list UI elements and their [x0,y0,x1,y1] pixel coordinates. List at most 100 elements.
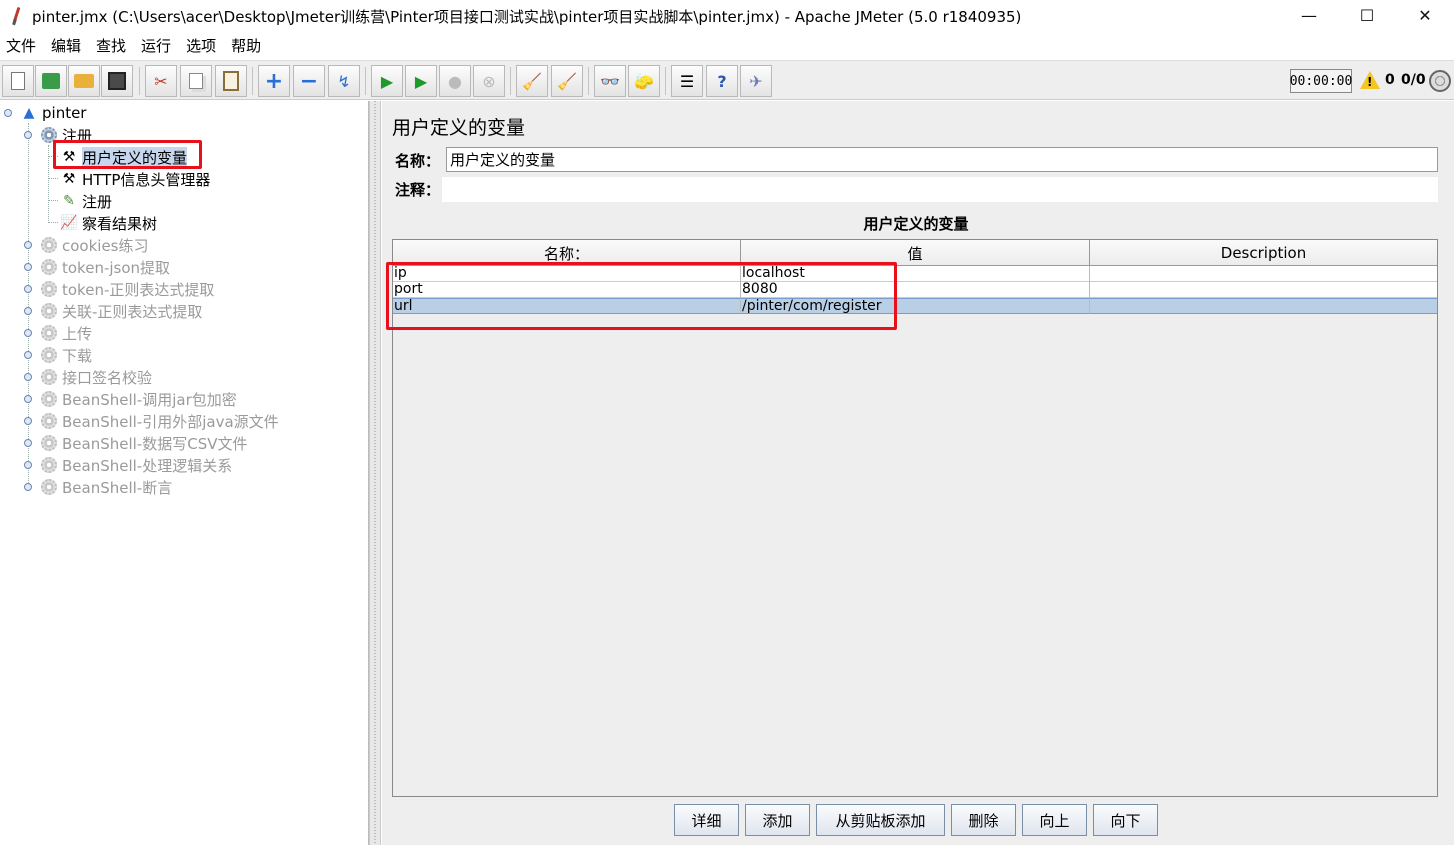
tree-toggle-disabled[interactable] [24,329,32,337]
collapse-all-icon[interactable]: − [293,65,325,97]
delete-button[interactable]: 删除 [951,804,1016,836]
menu-help[interactable]: 帮助 [225,35,267,56]
menu-options[interactable]: 选项 [180,35,222,56]
tree-toggle-disabled[interactable] [24,373,32,381]
tree-node-disabled-group[interactable]: token-正则表达式提取 [40,278,214,300]
tree-node-http-sampler[interactable]: ✎ 注册 [60,190,112,212]
maximize-button[interactable]: ☐ [1338,0,1396,30]
tree-toggle-disabled[interactable] [24,461,32,469]
tree-node-thread-group[interactable]: 注册 [40,124,92,146]
wrench-icon: ⚒ [62,171,76,187]
cell-description[interactable] [1090,298,1437,314]
name-input[interactable] [446,147,1438,172]
menu-search[interactable]: 查找 [90,35,132,56]
tree-toggle-disabled[interactable] [24,263,32,271]
tree-node-disabled-group[interactable]: cookies练习 [40,234,149,256]
clear-all-icon[interactable]: 🧹 [551,65,583,97]
cell-value[interactable]: /pinter/com/register [741,298,1090,314]
gear-icon [40,126,58,144]
cell-name[interactable]: ip [393,266,741,282]
cell-description[interactable] [1090,282,1437,298]
menu-bar: 文件 编辑 查找 运行 选项 帮助 [0,32,1454,58]
pipette-icon: ✎ [63,193,75,209]
panel-splitter[interactable] [369,101,381,845]
column-header-description[interactable]: Description [1090,240,1437,266]
tree-toggle-disabled[interactable] [24,285,32,293]
menu-file[interactable]: 文件 [0,35,42,56]
column-header-value[interactable]: 值 [741,240,1090,266]
cut-icon[interactable]: ✂ [145,65,177,97]
tree-node-disabled-group[interactable]: BeanShell-调用jar包加密 [40,388,237,410]
table-row-selected[interactable]: url /pinter/com/register [393,298,1437,314]
cell-name[interactable]: url [393,298,741,314]
gear-icon [40,258,58,276]
tree-node-disabled-group[interactable]: 关联-正则表达式提取 [40,300,202,322]
remote-icon[interactable]: ✈ [740,65,772,97]
tree-node-disabled-group[interactable]: token-json提取 [40,256,170,278]
gear-icon [40,390,58,408]
tree-node-header-manager[interactable]: ⚒ HTTP信息头管理器 [60,168,211,190]
save-icon[interactable] [101,65,133,97]
tree-node-disabled-group[interactable]: BeanShell-引用外部java源文件 [40,410,279,432]
tree-node-disabled-group[interactable]: 接口签名校验 [40,366,152,388]
tree-node-results-tree[interactable]: 📈 察看结果树 [60,212,157,234]
shutdown-icon[interactable]: ⊗ [473,65,505,97]
start-no-pauses-icon[interactable]: ▶ [405,65,437,97]
function-helper-icon[interactable]: ☰ [671,65,703,97]
new-icon[interactable] [2,65,34,97]
tree-node-disabled-group[interactable]: BeanShell-处理逻辑关系 [40,454,232,476]
tree-toggle-disabled[interactable] [24,417,32,425]
comment-input[interactable] [442,177,1438,202]
table-row[interactable]: ip localhost [393,266,1437,282]
copy-icon[interactable] [180,65,212,97]
move-down-button[interactable]: 向下 [1093,804,1158,836]
tree-toggle-disabled[interactable] [24,483,32,491]
column-header-name[interactable]: 名称： [393,240,741,266]
gear-icon [40,456,58,474]
tree-toggle-disabled[interactable] [24,307,32,315]
add-button[interactable]: 添加 [745,804,810,836]
close-button[interactable]: ✕ [1396,0,1454,30]
help-icon[interactable]: ? [706,65,738,97]
tree-toggle-root[interactable] [4,109,12,117]
title-bar: pinter.jmx (C:\Users\acer\Desktop\Jmeter… [0,0,1454,32]
menu-edit[interactable]: 编辑 [45,35,87,56]
cell-value[interactable]: 8080 [741,282,1090,298]
tree-node-disabled-group[interactable]: 下载 [40,344,92,366]
cell-value[interactable]: localhost [741,266,1090,282]
tree-node-disabled-group[interactable]: BeanShell-断言 [40,476,172,498]
thread-count: 0/0 [1401,72,1426,88]
tree-toggle-disabled[interactable] [24,241,32,249]
menu-run[interactable]: 运行 [135,35,177,56]
table-header: 名称： 值 Description [393,240,1437,266]
cell-description[interactable] [1090,266,1437,282]
tree-node-test-plan[interactable]: ▲ pinter [20,102,87,124]
detail-button[interactable]: 详细 [674,804,739,836]
open-icon[interactable] [68,65,100,97]
gear-icon [40,280,58,298]
tree-node-user-defined-variables[interactable]: ⚒ 用户定义的变量 [60,146,188,168]
tree-toggle-group[interactable] [24,131,32,139]
test-plan-tree: ▲ pinter 注册 ⚒ 用户定义的变量 ⚒ HTTP信息头管理器 ✎ 注册 … [0,101,369,845]
table-action-buttons: 详细 添加 从剪贴板添加 删除 向上 向下 [674,804,1164,836]
table-row[interactable]: port 8080 [393,282,1437,298]
flask-icon: ▲ [23,105,35,121]
paste-icon[interactable] [215,65,247,97]
tree-toggle-disabled[interactable] [24,351,32,359]
search-icon[interactable]: 👓 [594,65,626,97]
add-from-clipboard-button[interactable]: 从剪贴板添加 [816,804,945,836]
tree-node-disabled-group[interactable]: BeanShell-数据写CSV文件 [40,432,247,454]
move-up-button[interactable]: 向上 [1022,804,1087,836]
cell-name[interactable]: port [393,282,741,298]
tree-toggle-disabled[interactable] [24,439,32,447]
toggle-icon[interactable]: ↯ [328,65,360,97]
start-icon[interactable]: ▶ [371,65,403,97]
stop-icon[interactable]: ● [439,65,471,97]
tree-toggle-disabled[interactable] [24,395,32,403]
expand-all-icon[interactable]: + [258,65,290,97]
reset-search-icon[interactable]: 🧽 [628,65,660,97]
clear-icon[interactable]: 🧹 [516,65,548,97]
minimize-button[interactable]: — [1280,0,1338,30]
tree-node-disabled-group[interactable]: 上传 [40,322,92,344]
templates-icon[interactable] [35,65,67,97]
